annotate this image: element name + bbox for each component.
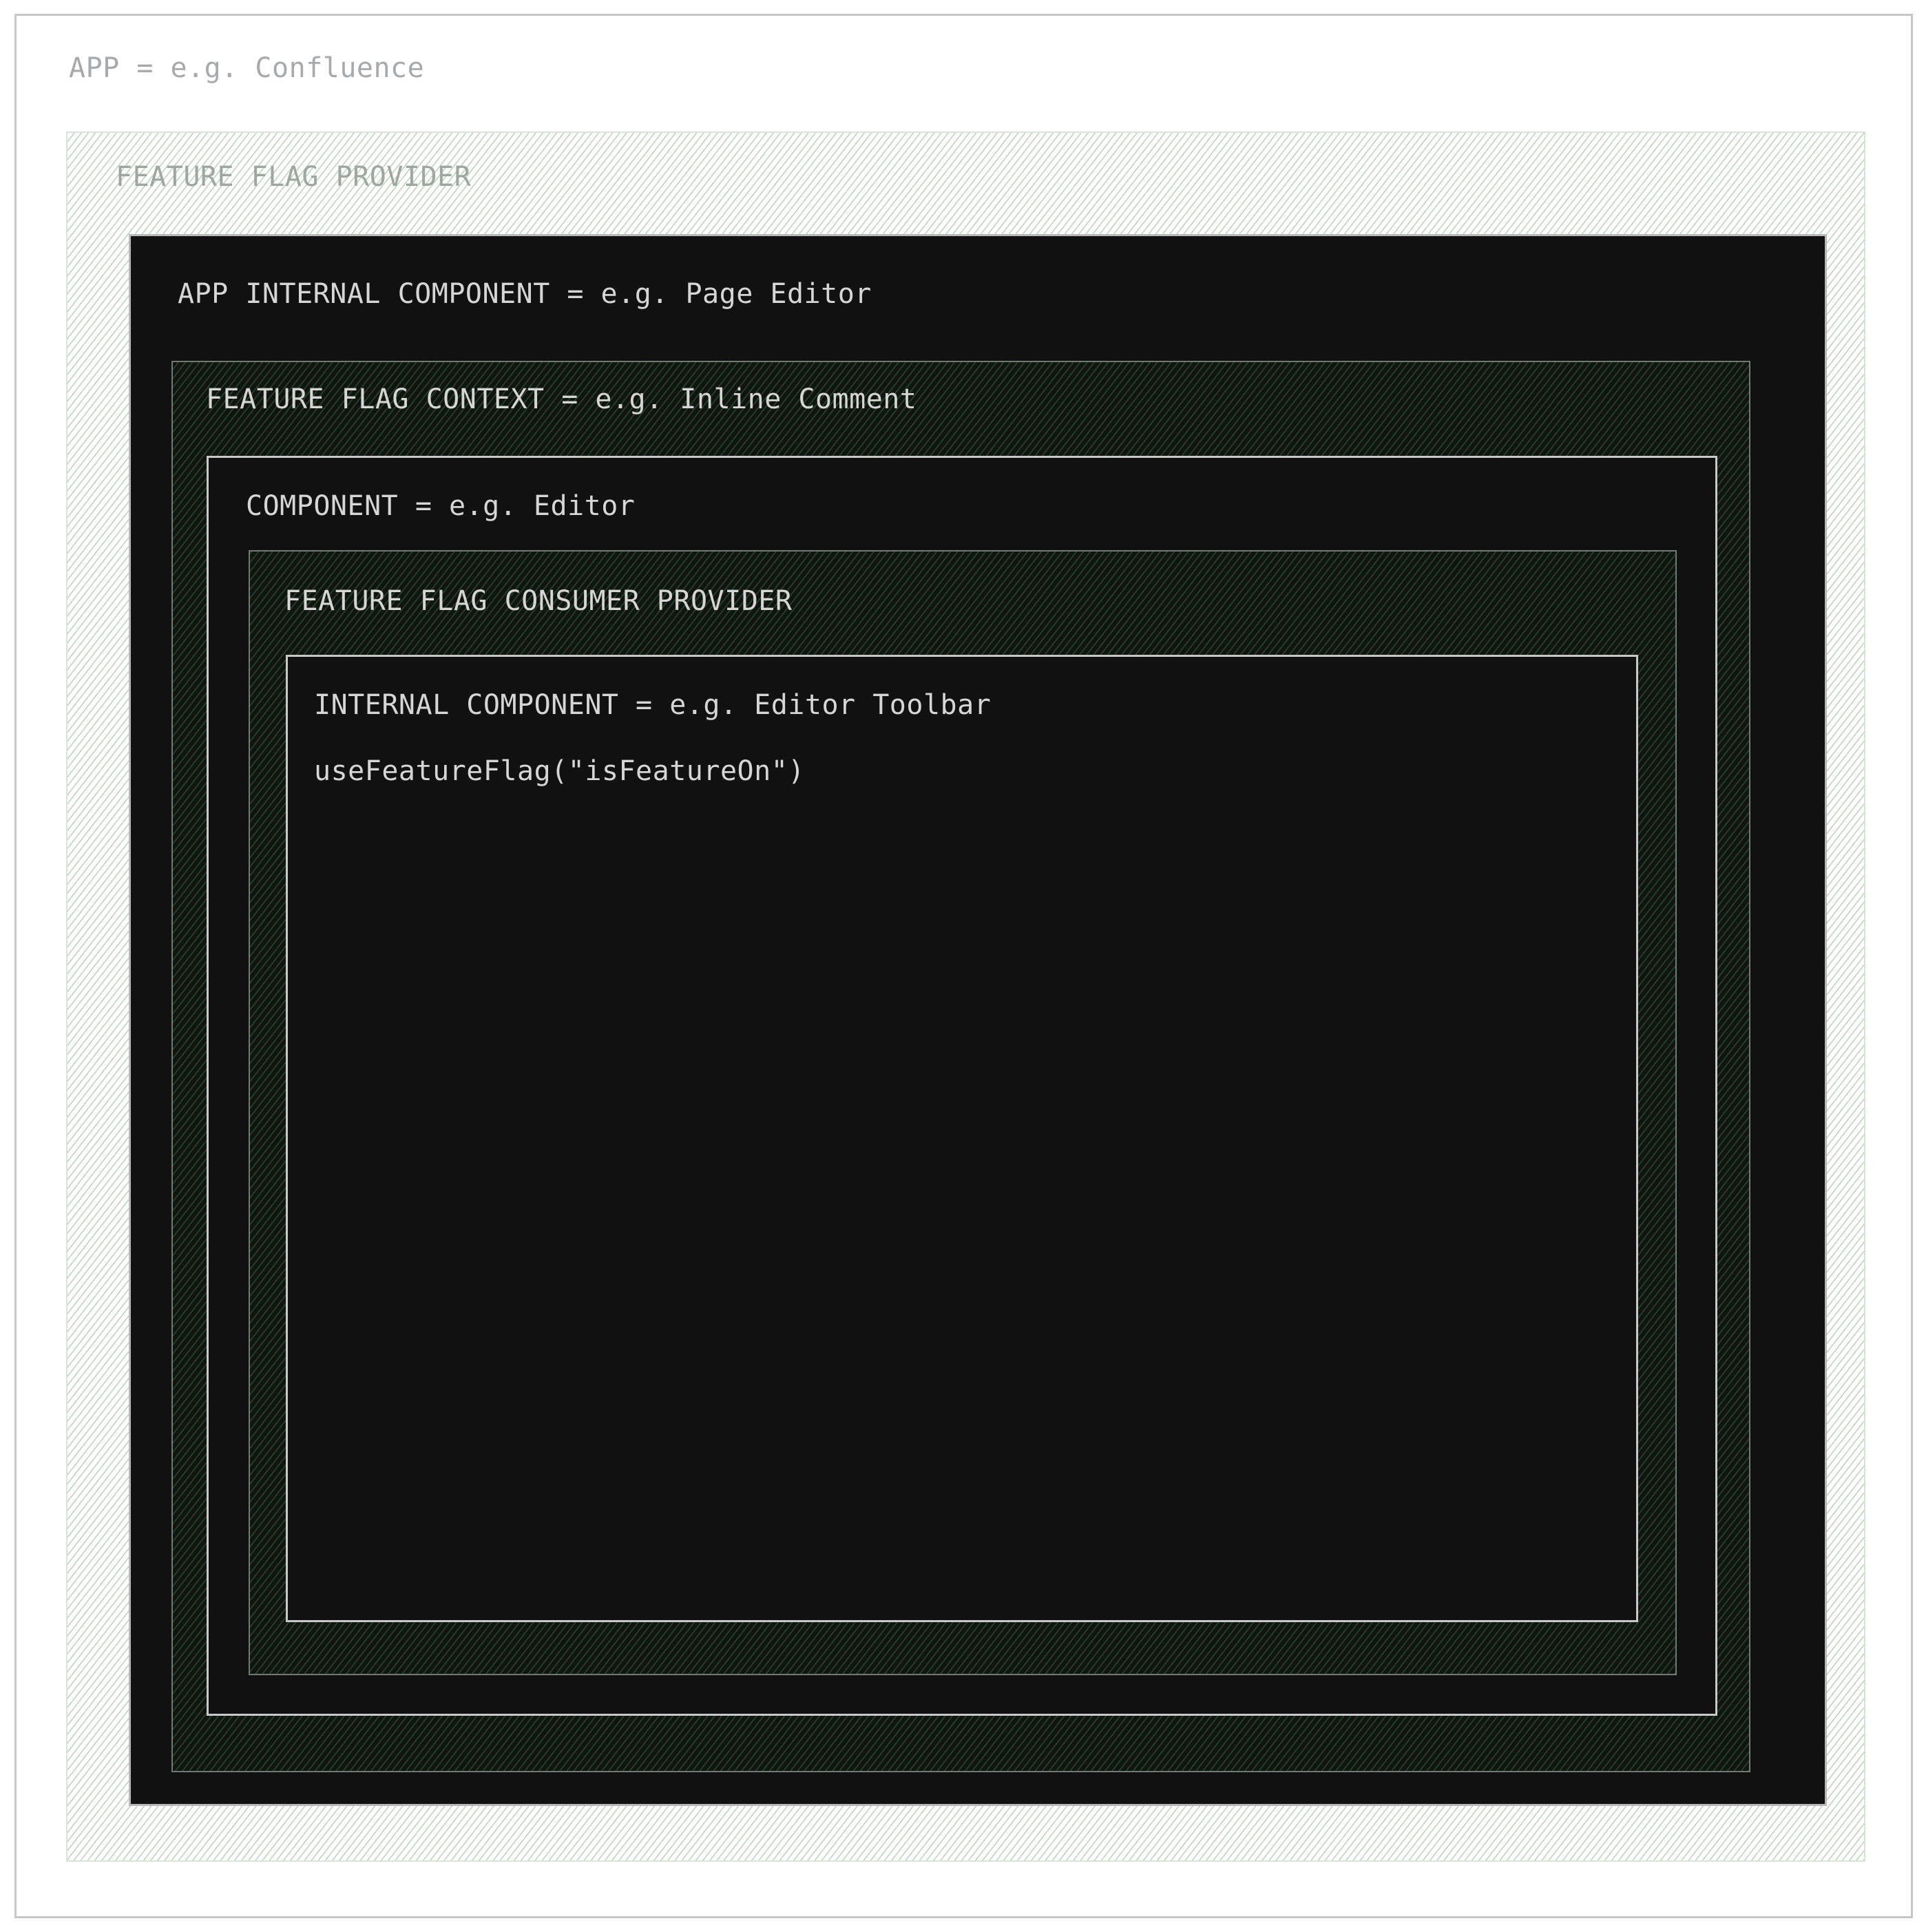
app-container: APP = e.g. Confluence FEATURE FLAG PROVI… xyxy=(14,14,1913,1918)
app-internal-component-label: APP INTERNAL COMPONENT = e.g. Page Edito… xyxy=(178,278,872,310)
feature-flag-context-label: FEATURE FLAG CONTEXT = e.g. Inline Comme… xyxy=(206,384,917,415)
use-feature-flag-code: useFeatureFlag("isFeatureOn") xyxy=(314,755,805,787)
feature-flag-context-box: FEATURE FLAG CONTEXT = e.g. Inline Comme… xyxy=(171,361,1750,1772)
internal-component-label: INTERNAL COMPONENT = e.g. Editor Toolbar xyxy=(314,689,992,721)
feature-flag-provider-label: FEATURE FLAG PROVIDER xyxy=(116,161,472,193)
feature-flag-provider-box: FEATURE FLAG PROVIDER APP INTERNAL COMPO… xyxy=(66,132,1865,1862)
feature-flag-consumer-provider-box: FEATURE FLAG CONSUMER PROVIDER INTERNAL … xyxy=(249,550,1677,1675)
internal-component-box: INTERNAL COMPONENT = e.g. Editor Toolbar… xyxy=(286,655,1638,1622)
app-internal-component-box: APP INTERNAL COMPONENT = e.g. Page Edito… xyxy=(129,234,1827,1806)
app-label: APP = e.g. Confluence xyxy=(69,52,425,84)
component-box: COMPONENT = e.g. Editor FEATURE FLAG CON… xyxy=(207,456,1717,1716)
feature-flag-consumer-provider-label: FEATURE FLAG CONSUMER PROVIDER xyxy=(284,585,793,617)
component-label: COMPONENT = e.g. Editor xyxy=(246,490,636,522)
